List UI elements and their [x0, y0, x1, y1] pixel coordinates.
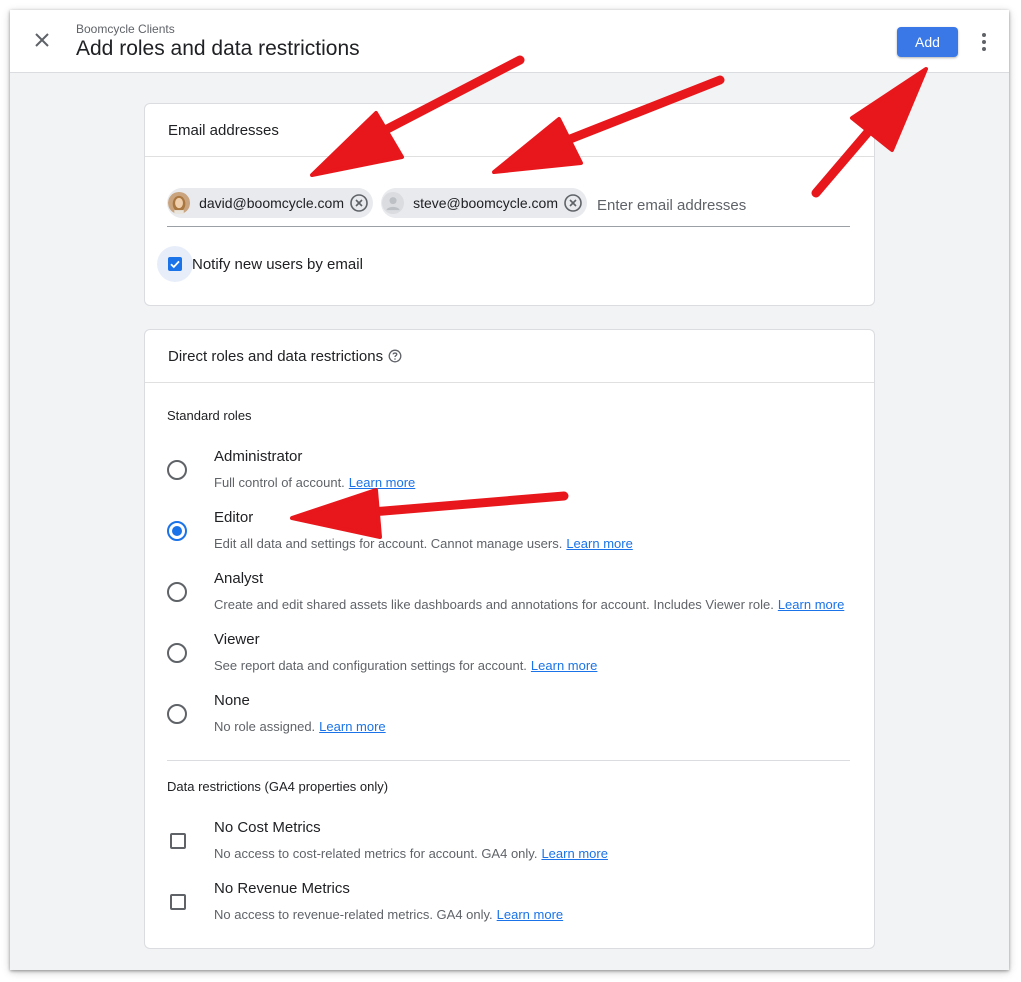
- role-radio-selected[interactable]: [167, 521, 187, 541]
- top-bar: Boomcycle Clients Add roles and data res…: [10, 10, 1009, 73]
- role-option-editor[interactable]: Editor Edit all data and settings for ac…: [145, 509, 874, 567]
- learn-more-link[interactable]: Learn more: [319, 719, 385, 734]
- restriction-name: No Revenue Metrics: [214, 880, 350, 897]
- notify-users-checkbox-row[interactable]: Notify new users by email: [157, 245, 363, 283]
- chip-email-text: steve@boomcycle.com: [413, 195, 558, 211]
- close-button[interactable]: [28, 26, 56, 54]
- role-description: Full control of account. Learn more: [214, 475, 416, 490]
- email-chip-field[interactable]: david@boomcycle.com steve@boomcycle.com: [167, 188, 850, 227]
- add-button[interactable]: Add: [897, 27, 958, 57]
- data-restrictions-label: Data restrictions (GA4 properties only): [167, 779, 389, 794]
- role-option-analyst[interactable]: Analyst Create and edit shared assets li…: [145, 570, 874, 628]
- role-option-none[interactable]: None No role assigned. Learn more: [145, 692, 874, 750]
- more-options-button[interactable]: [972, 28, 996, 56]
- dialog-window: Boomcycle Clients Add roles and data res…: [10, 10, 1009, 970]
- cancel-circle-icon: [564, 194, 582, 212]
- restriction-checkbox[interactable]: [170, 833, 186, 849]
- restriction-checkbox[interactable]: [170, 894, 186, 910]
- page-title: Add roles and data restrictions: [76, 37, 360, 60]
- user-photo-avatar: [168, 191, 191, 215]
- email-chip: steve@boomcycle.com: [381, 188, 587, 218]
- role-name: Viewer: [214, 631, 260, 648]
- learn-more-link[interactable]: Learn more: [531, 658, 597, 673]
- learn-more-link[interactable]: Learn more: [497, 907, 563, 922]
- role-radio[interactable]: [167, 704, 187, 724]
- email-chip: david@boomcycle.com: [167, 188, 373, 218]
- restriction-no-cost-metrics[interactable]: No Cost Metrics No access to cost-relate…: [145, 819, 874, 877]
- notify-label: Notify new users by email: [192, 255, 363, 273]
- role-radio[interactable]: [167, 582, 187, 602]
- role-name: Editor: [214, 509, 254, 526]
- notify-checkbox[interactable]: [157, 246, 193, 282]
- chip-email-text: david@boomcycle.com: [199, 195, 344, 211]
- roles-card-heading: Direct roles and data restrictions: [145, 330, 874, 383]
- role-option-viewer[interactable]: Viewer See report data and configuration…: [145, 631, 874, 689]
- restriction-description: No access to cost-related metrics for ac…: [214, 846, 608, 861]
- role-name: Administrator: [214, 448, 303, 465]
- email-input[interactable]: [595, 193, 849, 217]
- default-person-avatar-icon: [382, 191, 405, 215]
- cancel-circle-icon: [350, 194, 368, 212]
- role-name: None: [214, 692, 250, 709]
- remove-chip-button[interactable]: [564, 194, 582, 212]
- role-option-administrator[interactable]: Administrator Full control of account. Le…: [145, 448, 874, 506]
- more-vert-icon: [982, 33, 986, 37]
- help-icon[interactable]: [388, 349, 402, 363]
- email-card-heading: Email addresses: [145, 104, 874, 157]
- standard-roles-label: Standard roles: [167, 408, 252, 423]
- role-radio[interactable]: [167, 643, 187, 663]
- roles-card: Direct roles and data restrictions Stand…: [144, 329, 875, 949]
- restriction-description: No access to revenue-related metrics. GA…: [214, 907, 564, 922]
- learn-more-link[interactable]: Learn more: [541, 846, 607, 861]
- restriction-no-revenue-metrics[interactable]: No Revenue Metrics No access to revenue-…: [145, 880, 874, 938]
- learn-more-link[interactable]: Learn more: [566, 536, 632, 551]
- role-description: Edit all data and settings for account. …: [214, 536, 633, 551]
- section-divider: [167, 760, 850, 761]
- learn-more-link[interactable]: Learn more: [778, 597, 844, 612]
- role-name: Analyst: [214, 570, 264, 587]
- remove-chip-button[interactable]: [350, 194, 368, 212]
- role-description: No role assigned. Learn more: [214, 719, 386, 734]
- learn-more-link[interactable]: Learn more: [349, 475, 415, 490]
- role-radio[interactable]: [167, 460, 187, 480]
- breadcrumb: Boomcycle Clients: [76, 22, 175, 36]
- check-icon: [170, 260, 180, 269]
- role-description: Create and edit shared assets like dashb…: [214, 597, 845, 612]
- email-addresses-card: Email addresses david@boomcycle.com stev…: [144, 103, 875, 306]
- role-description: See report data and configuration settin…: [214, 658, 598, 673]
- close-icon: [35, 33, 49, 47]
- roles-heading-text: Direct roles and data restrictions: [168, 347, 384, 365]
- restriction-name: No Cost Metrics: [214, 819, 321, 836]
